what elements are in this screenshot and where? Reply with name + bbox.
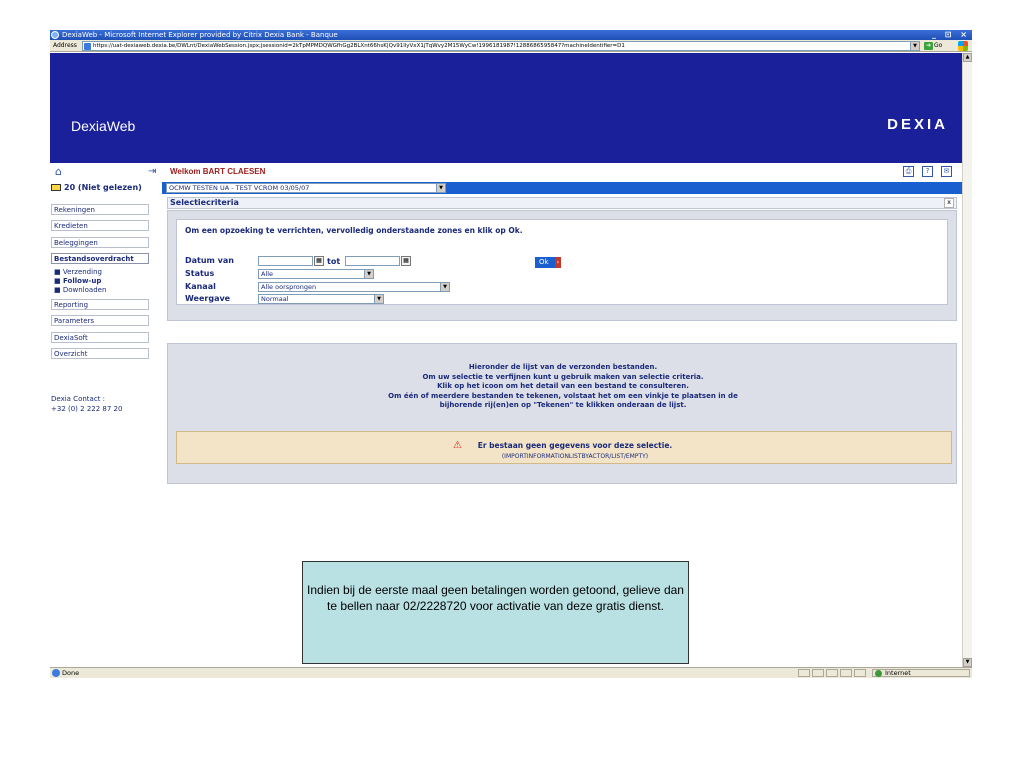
weergave-select-value: Normaal: [261, 295, 289, 303]
ie-page-icon: [52, 669, 60, 677]
results-panel: Hieronder de lijst van de verzonden best…: [167, 343, 957, 484]
address-label: Address: [53, 42, 77, 49]
sidebar-item-kredieten[interactable]: Kredieten: [51, 220, 149, 231]
browser-window: DexiaWeb - Microsoft Internet Explorer p…: [50, 30, 972, 678]
sidebar-item-parameters[interactable]: Parameters: [51, 315, 149, 326]
address-input[interactable]: https://uat-dexiaweb.dexia.be/DWLnt/Dexi…: [82, 41, 920, 51]
ok-button[interactable]: Ok ›: [535, 257, 561, 268]
help-icon[interactable]: ?: [922, 166, 933, 177]
results-info-line: Hieronder de lijst van de verzonden best…: [468, 363, 658, 371]
status-segment: [854, 669, 866, 677]
status-segment: [812, 669, 824, 677]
window-title: DexiaWeb - Microsoft Internet Explorer p…: [62, 31, 338, 39]
dexia-contact: Dexia Contact : +32 (0) 2 222 87 20: [51, 395, 123, 413]
address-dropdown-icon[interactable]: ▼: [910, 42, 919, 50]
home-icon[interactable]: ⌂: [55, 166, 67, 177]
status-segment: [840, 669, 852, 677]
date-to-input[interactable]: [345, 256, 400, 266]
unread-messages-link[interactable]: 20 (Niet gelezen): [50, 182, 162, 194]
go-button[interactable]: ➔ Go: [924, 41, 946, 51]
sidebar-item-overzicht[interactable]: Overzicht: [51, 348, 149, 359]
calendar-icon[interactable]: ▦: [314, 256, 324, 266]
brand-name: DexiaWeb: [71, 118, 136, 134]
sidebar-subitem-downloaden[interactable]: ■ Downloaden: [54, 286, 106, 295]
welcome-text: Welkom BART CLAESEN: [170, 167, 266, 176]
banner: DexiaWeb DEXIA: [50, 53, 962, 163]
address-url[interactable]: https://uat-dexiaweb.dexia.be/DWLnt/Dexi…: [93, 43, 625, 49]
zone-label: Internet: [885, 669, 911, 677]
results-info-line: bijhorende rij(en)en op "Tekenen" te kli…: [439, 401, 687, 409]
status-select[interactable]: Alle ▼: [258, 269, 374, 279]
ie-icon: [51, 31, 59, 39]
sidebar-item-bestandsoverdracht[interactable]: Bestandsoverdracht: [51, 253, 149, 264]
address-bar: Address https://uat-dexiaweb.dexia.be/DW…: [50, 40, 972, 52]
sidebar: 20 (Niet gelezen) Rekeningen Kredieten B…: [50, 182, 162, 672]
date-label: Datum van: [185, 256, 234, 265]
windows-logo-icon: [958, 41, 968, 51]
kanaal-label: Kanaal: [185, 282, 216, 291]
sidebar-item-beleggingen[interactable]: Beleggingen: [51, 237, 149, 248]
sidebar-subitem-verzending[interactable]: ■ Verzending: [54, 268, 102, 277]
results-info-line: Om één of meerdere bestanden te tekenen,…: [388, 391, 738, 400]
criteria-panel: Om een opzoeking te verrichten, vervolle…: [167, 210, 957, 321]
sidebar-item-dexiasoft[interactable]: DexiaSoft: [51, 332, 149, 343]
activation-callout: Indien bij de eerste maal geen betalinge…: [302, 561, 689, 664]
toolbar-row: ⌂ ⇥ Welkom BART CLAESEN ⎙ ? ✉: [50, 165, 962, 179]
empty-result-box: ⚠ Er bestaan geen gegevens voor deze sel…: [176, 431, 952, 464]
close-icon[interactable]: x: [944, 198, 954, 208]
sidebar-subitem-follow-up[interactable]: ■ Follow-up: [54, 277, 101, 286]
tot-label: tot: [327, 257, 341, 266]
globe-icon: [875, 670, 882, 677]
scroll-up-icon[interactable]: ▲: [963, 53, 972, 62]
window-controls[interactable]: _ ⊡ ×: [932, 30, 970, 40]
weergave-select[interactable]: Normaal ▼: [258, 294, 384, 304]
chevron-right-icon: ›: [555, 257, 561, 268]
calendar-icon[interactable]: ▦: [401, 256, 411, 266]
scroll-down-icon[interactable]: ▼: [963, 658, 972, 667]
unread-count[interactable]: 20 (Niet gelezen): [64, 183, 142, 192]
results-info-line: Om uw selectie te verfijnen kunt u gebru…: [422, 372, 704, 381]
status-segment: [798, 669, 810, 677]
sidebar-item-reporting[interactable]: Reporting: [51, 299, 149, 310]
ok-label: Ok: [539, 258, 549, 266]
date-from-input[interactable]: [258, 256, 313, 266]
criteria-instruction: Om een opzoeking te verrichten, vervolle…: [185, 226, 523, 235]
chevron-down-icon[interactable]: ▼: [364, 270, 373, 278]
status-bar: Done Internet: [50, 667, 972, 678]
results-info-line: Klik op het icoon om het detail van een …: [437, 382, 689, 390]
empty-result-code: (IMPORTINFORMATIONLISTBYACTOR/LIST/EMPTY…: [501, 453, 649, 460]
criteria-form: Om een opzoeking te verrichten, vervolle…: [176, 219, 948, 305]
dexia-logo: DEXIA: [887, 116, 948, 133]
status-segment: [826, 669, 838, 677]
chevron-down-icon[interactable]: ▼: [440, 283, 449, 291]
account-select-bar: OCMW TESTEN UA - TEST VCROM 03/05/07 ▼: [162, 182, 962, 194]
message-icon[interactable]: ✉: [941, 166, 952, 177]
go-arrow-icon: ➔: [924, 42, 933, 50]
empty-result-message: Er bestaan geen gegevens voor deze selec…: [477, 441, 673, 450]
chevron-down-icon[interactable]: ▼: [374, 295, 383, 303]
chevron-down-icon[interactable]: ▼: [436, 184, 445, 192]
status-text: Done: [62, 669, 80, 677]
results-info: Hieronder de lijst van de verzonden best…: [168, 363, 958, 411]
account-select-value: OCMW TESTEN UA - TEST VCROM 03/05/07: [169, 184, 310, 192]
status-select-value: Alle: [261, 270, 274, 278]
page-icon: [84, 43, 91, 50]
print-icon[interactable]: ⎙: [903, 166, 914, 177]
kanaal-select-value: Alle oorsprongen: [261, 283, 317, 291]
criteria-header: Selectiecriteria x: [167, 197, 957, 209]
vertical-scrollbar[interactable]: ▲ ▼: [962, 53, 972, 667]
envelope-icon: [51, 184, 61, 191]
account-select[interactable]: OCMW TESTEN UA - TEST VCROM 03/05/07 ▼: [166, 183, 446, 193]
go-label: Go: [934, 42, 943, 49]
status-label: Status: [185, 269, 215, 278]
criteria-title: Selectiecriteria: [170, 198, 239, 207]
weergave-label: Weergave: [185, 294, 231, 303]
sidebar-item-rekeningen[interactable]: Rekeningen: [51, 204, 149, 215]
security-zone: Internet: [872, 669, 970, 677]
logout-icon[interactable]: ⇥: [148, 166, 160, 177]
kanaal-select[interactable]: Alle oorsprongen ▼: [258, 282, 450, 292]
title-bar: DexiaWeb - Microsoft Internet Explorer p…: [50, 30, 972, 40]
